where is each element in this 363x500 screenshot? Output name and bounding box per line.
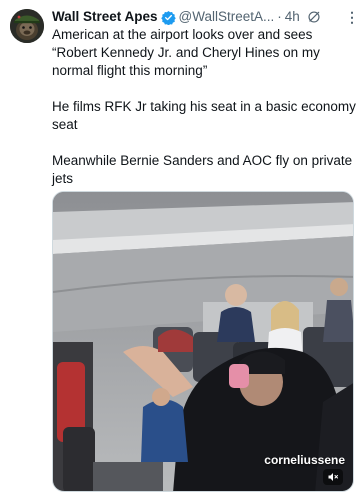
tweet-paragraph: American at the airport looks over and s… (52, 27, 324, 78)
video-watermark: corneliussene (264, 453, 345, 467)
author-name[interactable]: Wall Street Apes (52, 8, 158, 26)
video-player[interactable]: corneliussene (52, 191, 354, 492)
video-frame (53, 192, 353, 491)
tweet-card[interactable]: Wall Street Apes @WallStreetA... · 4h ⋮ … (0, 0, 363, 500)
separator-dot: · (277, 9, 282, 24)
mute-button[interactable] (323, 469, 343, 485)
tweet-text: American at the airport looks over and s… (52, 26, 358, 188)
tweet-paragraph: He films RFK Jr taking his seat in a bas… (52, 99, 360, 132)
grok-icon[interactable] (307, 10, 321, 24)
timestamp[interactable]: 4h (285, 8, 300, 26)
avatar[interactable] (10, 9, 44, 43)
tweet-paragraph: Meanwhile Bernie Sanders and AOC fly on … (52, 153, 356, 186)
avatar-image (10, 9, 44, 43)
author-handle[interactable]: @WallStreetA... (179, 8, 275, 26)
tweet-header: Wall Street Apes @WallStreetA... · 4h ⋮ (52, 8, 359, 26)
more-options-icon[interactable]: ⋮ (345, 8, 359, 26)
mute-icon (328, 473, 338, 481)
verified-badge-icon (160, 10, 176, 25)
